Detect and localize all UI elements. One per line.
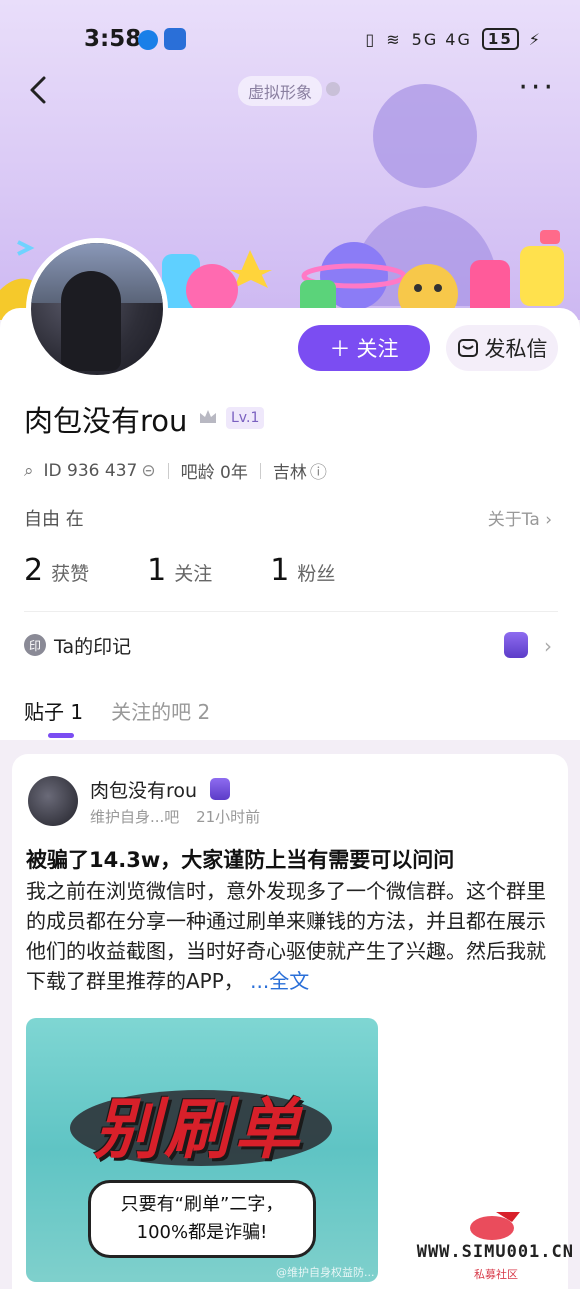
stat-number: 1 [270,553,290,588]
post-forum[interactable]: 维护自身...吧 [90,808,179,826]
tab-followed-bars[interactable]: 关注的吧 2 [111,696,210,725]
stat-followers[interactable]: 1 粉丝 [270,553,335,588]
profile-bio: 自由 在 [24,509,84,530]
message-icon [457,339,478,357]
more-options-icon[interactable]: ··· [518,73,556,103]
battery-indicator: 15 [481,28,519,50]
image-caption: @维护自身权益防... [276,1266,375,1279]
stat-number: 1 [147,553,167,588]
post-time: 21小时前 [196,808,261,826]
active-tab-indicator [48,733,74,738]
user-id-text: ID 936 437 [43,460,138,481]
status-indicators: ▯ ≋ 5G 4G 15 ⚡ [365,28,542,50]
meta-divider [259,462,261,479]
chevron-right-icon: › [545,510,552,530]
message-button-label: 发私信 [484,337,548,361]
browser-app-icon [138,30,158,50]
stat-label: 获赞 [51,563,90,585]
post-meta: 维护自身...吧 21小时前 [90,806,260,827]
notification-app-icon [164,28,186,50]
chevron-right-icon: › [544,634,552,658]
marks-row[interactable]: 印 Ta的印记 › [24,630,558,660]
section-divider [24,611,558,612]
stat-label: 粉丝 [297,563,336,585]
stat-number: 2 [24,553,44,588]
achievement-badge-icon [210,778,230,800]
image-speech-bubble: 只要有“刷单”二字， 100%都是诈骗! [88,1180,316,1258]
stamp-icon: 印 [24,634,46,656]
post-author-name[interactable]: 肉包没有rou [90,776,197,803]
location-text: 吉林 [272,463,307,483]
post-author-avatar[interactable] [28,776,78,826]
clock-text: 3:58 [84,26,142,52]
profile-username: 肉包没有rou [24,404,188,438]
avatar[interactable] [26,238,168,380]
profile-meta: ⌕ ID 936 437 ⊝ 吧龄 0年 吉林 ⓘ [24,458,327,484]
search-icon: ⌕ [24,460,34,481]
about-link[interactable]: 关于Ta › [488,505,552,530]
post-image[interactable]: 别刷单 只要有“刷单”二字， 100%都是诈骗! @维护自身权益防... [26,1018,378,1282]
profile-stats: 2 获赞 1 关注 1 粉丝 [24,553,393,588]
stat-following[interactable]: 1 关注 [147,553,212,588]
vibrate-icon: ▯ [365,29,377,49]
achievement-badge-icon [504,632,528,658]
follow-button-label: 关注 [356,338,399,361]
level-badge: Lv.1 [226,407,265,429]
watermark-subtext: 私募社区 [474,1268,518,1281]
network-text: 5G 4G [411,29,472,49]
virtual-avatar-tag[interactable]: 虚拟形象 [238,76,323,106]
image-bubble-line: 100%都是诈骗! [136,1222,268,1243]
read-more-link[interactable]: ...全文 [250,969,309,993]
stat-likes[interactable]: 2 获赞 [24,553,89,588]
marks-title: Ta的印记 [54,635,132,658]
content-tabs: 贴子 1 关注的吧 2 [24,696,210,725]
site-watermark: WWW.SIMU001.CN 私募社区 [398,1206,574,1286]
crown-icon [200,410,216,423]
stat-label: 关注 [174,563,213,585]
back-icon[interactable] [24,72,54,108]
image-bubble-line: 只要有“刷单”二字， [120,1194,284,1215]
meta-divider [167,462,169,479]
message-button[interactable]: 发私信 [446,325,558,371]
copy-icon[interactable]: ⊝ [141,461,155,481]
charging-icon: ⚡ [528,29,542,49]
wifi-icon: ≋ [386,29,402,49]
follow-button[interactable]: ＋ 关注 [298,325,430,371]
bar-age-text: 吧龄 0年 [180,463,248,483]
post-title: 被骗了14.3w，大家谨防上当有需要可以问问 [26,848,455,872]
post-body: 我之前在浏览微信时，意外发现多了一个微信群。这个群里的成员都在分享一种通过刷单来… [26,876,554,996]
about-link-label: 关于Ta [487,510,540,530]
image-headline: 别刷单 [94,1091,304,1168]
watermark-site-text: WWW.SIMU001.CN [416,1242,574,1262]
plus-icon: ＋ [329,338,351,361]
avatar-photo-figure [61,271,121,371]
watermark-logo-icon [470,1212,520,1240]
tab-posts[interactable]: 贴子 1 [24,696,83,725]
status-bar: 3:58 ▯ ≋ 5G 4G 15 ⚡ [0,22,580,58]
indicator-dot [326,82,340,96]
help-icon[interactable]: ⓘ [310,458,327,483]
